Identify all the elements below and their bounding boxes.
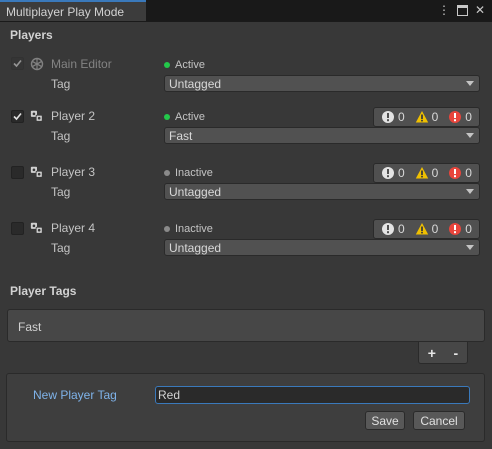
player-enable-checkbox[interactable]: [11, 110, 24, 123]
player-status: Inactive: [164, 223, 213, 235]
player-status-text: Inactive: [175, 167, 213, 179]
tag-list-footer: + -: [418, 342, 468, 364]
log-count-info: 0: [381, 222, 405, 236]
log-count-error: 0: [448, 166, 472, 180]
tag-label: Tag: [51, 129, 71, 143]
log-count-value: 0: [397, 222, 405, 236]
virtual-player-icon: [30, 221, 44, 235]
log-count-value: 0: [465, 110, 472, 124]
log-count-error: 0: [448, 110, 472, 124]
info-icon: [381, 166, 395, 180]
player-enable-checkbox[interactable]: [11, 222, 24, 235]
add-tag-button[interactable]: +: [428, 345, 436, 361]
chevron-down-icon: [466, 81, 474, 86]
player-status: Active: [164, 111, 205, 123]
status-dot-icon: [164, 226, 170, 232]
player-enable-checkbox[interactable]: [11, 166, 24, 179]
tag-label: Tag: [51, 185, 71, 199]
warning-icon: [415, 166, 429, 180]
tag-dropdown-value: Untagged: [169, 240, 222, 255]
log-count-info: 0: [381, 166, 405, 180]
log-count-info: 0: [381, 110, 405, 124]
player-name: Main Editor: [51, 57, 112, 71]
tag-dropdown[interactable]: Untagged: [164, 75, 480, 92]
log-count-value: 0: [465, 222, 472, 236]
remove-tag-button[interactable]: -: [454, 345, 459, 361]
tag-dropdown[interactable]: Untagged: [164, 183, 480, 200]
player-tags-list: Fast: [7, 309, 485, 342]
log-count-value: 0: [397, 110, 405, 124]
player-enable-checkbox: [11, 57, 24, 70]
log-count-value: 0: [431, 166, 439, 180]
log-counts-badge[interactable]: 0 0 0: [373, 163, 480, 183]
window-title: Multiplayer Play Mode: [6, 4, 125, 19]
player-row: Player 3 Inactive 0 0 0 Tag Untagged: [0, 163, 492, 204]
tag-label: Tag: [51, 241, 71, 255]
player-row: Player 4 Inactive 0 0 0 Tag Untagged: [0, 219, 492, 260]
players-section-title: Players: [10, 28, 53, 42]
log-counts-badge[interactable]: 0 0 0: [373, 107, 480, 127]
new-tag-input[interactable]: [155, 386, 470, 404]
log-count-error: 0: [448, 222, 472, 236]
player-tags-section-title: Player Tags: [10, 284, 77, 298]
player-name: Player 3: [51, 165, 96, 179]
tag-dropdown-value: Fast: [169, 128, 193, 143]
unity-editor-icon: [30, 57, 44, 71]
warning-icon: [415, 222, 429, 236]
window-tab[interactable]: Multiplayer Play Mode: [0, 0, 146, 21]
tag-dropdown[interactable]: Untagged: [164, 239, 480, 256]
player-name: Player 4: [51, 221, 96, 235]
log-count-value: 0: [431, 110, 439, 124]
tag-label: Tag: [51, 77, 71, 91]
maximize-icon[interactable]: [456, 3, 468, 17]
player-status: Active: [164, 59, 205, 71]
error-icon: [448, 166, 462, 180]
player-row: Player 2 Active 0 0 0 Tag Fast: [0, 107, 492, 148]
error-icon: [448, 110, 462, 124]
warning-icon: [415, 110, 429, 124]
window-titlebar: Multiplayer Play Mode ⋮ ✕: [0, 0, 492, 22]
new-tag-panel: New Player Tag Save Cancel: [6, 373, 485, 442]
chevron-down-icon: [466, 245, 474, 250]
save-button[interactable]: Save: [365, 411, 405, 430]
log-count-value: 0: [397, 166, 405, 180]
player-name: Player 2: [51, 109, 96, 123]
player-status: Inactive: [164, 167, 213, 179]
tag-dropdown-value: Untagged: [169, 184, 222, 199]
tag-dropdown-value: Untagged: [169, 76, 222, 91]
player-status-text: Active: [175, 111, 205, 123]
new-tag-label: New Player Tag: [33, 388, 117, 402]
status-dot-icon: [164, 170, 170, 176]
info-icon: [381, 222, 395, 236]
virtual-player-icon: [30, 109, 44, 123]
info-icon: [381, 110, 395, 124]
log-count-value: 0: [431, 222, 439, 236]
log-count-warning: 0: [415, 110, 439, 124]
player-status-text: Inactive: [175, 223, 213, 235]
close-icon[interactable]: ✕: [474, 3, 486, 17]
log-counts-badge[interactable]: 0 0 0: [373, 219, 480, 239]
status-dot-icon: [164, 62, 170, 68]
player-status-text: Active: [175, 59, 205, 71]
cancel-button[interactable]: Cancel: [413, 411, 465, 430]
player-row: Main Editor Active Tag Untagged: [0, 56, 492, 96]
log-count-value: 0: [465, 166, 472, 180]
virtual-player-icon: [30, 165, 44, 179]
chevron-down-icon: [466, 189, 474, 194]
status-dot-icon: [164, 114, 170, 120]
error-icon: [448, 222, 462, 236]
kebab-menu-icon[interactable]: ⋮: [438, 3, 450, 17]
player-tag-item[interactable]: Fast: [18, 320, 41, 334]
tag-dropdown[interactable]: Fast: [164, 127, 480, 144]
log-count-warning: 0: [415, 166, 439, 180]
chevron-down-icon: [466, 133, 474, 138]
log-count-warning: 0: [415, 222, 439, 236]
